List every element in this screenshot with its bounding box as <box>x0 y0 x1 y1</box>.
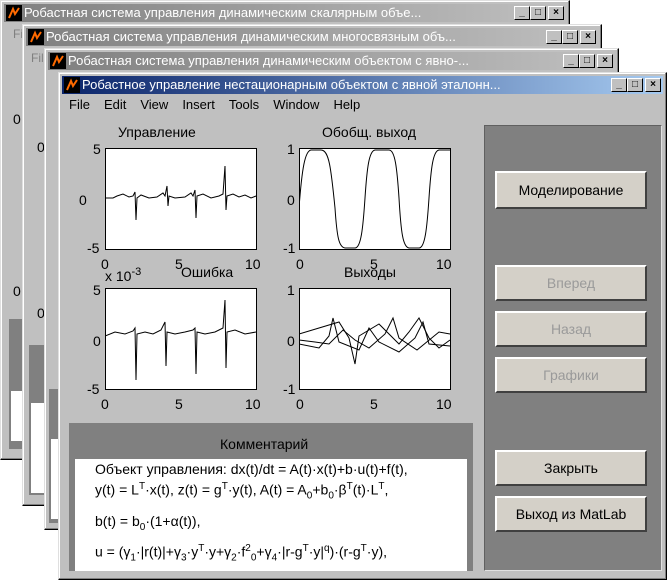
minimize-button[interactable]: _ <box>611 78 627 92</box>
output-plot-title: Обобщ. выход <box>322 124 417 140</box>
close-button[interactable]: × <box>597 54 613 68</box>
forward-button[interactable]: Вперед <box>495 265 647 301</box>
comment-title: Комментарий <box>220 436 309 452</box>
menu-window[interactable]: Window <box>266 95 326 115</box>
maximize-button[interactable]: □ <box>579 54 595 68</box>
menu-edit[interactable]: Edit <box>97 95 133 115</box>
comment-line-4: u = (γ1·|r(t)|+γ3·yT·y+γ2·f20+γ4·|r-gT·y… <box>95 543 387 564</box>
minimize-button[interactable]: _ <box>563 54 579 68</box>
graphs-button[interactable]: Графики <box>495 357 647 393</box>
output-ytick-top: 1 <box>287 141 295 157</box>
menu-view[interactable]: View <box>133 95 175 115</box>
maximize-button[interactable]: □ <box>530 6 546 20</box>
generalized-output-plot-frame <box>299 148 451 250</box>
outputs-xtick-5: 5 <box>370 396 378 412</box>
simulate-button[interactable]: Моделирование <box>495 171 647 209</box>
window-3-titlebar[interactable]: Робастная система управления динамически… <box>48 52 615 70</box>
outputs-xtick-0: 0 <box>296 396 304 412</box>
window-1-titlebar[interactable]: Робастная система управления динамически… <box>4 4 566 22</box>
error-xtick-10: 10 <box>245 396 261 412</box>
menu-bar: File Edit View Insert Tools Window Help <box>62 95 663 115</box>
outputs-xtick-10: 10 <box>436 396 452 412</box>
error-plot-frame <box>105 288 257 390</box>
window-2-menu-fragment: Fil <box>31 51 44 65</box>
error-plot-title: Ошибка <box>181 264 234 280</box>
menu-tools[interactable]: Tools <box>222 95 266 115</box>
matlab-icon <box>28 29 44 45</box>
control-ytick-bottom: -5 <box>87 240 100 256</box>
main-window-title: Робастное управление нестационарным объе… <box>82 77 501 92</box>
output-ytick-bottom: -1 <box>283 240 296 256</box>
error-scale-label: x 10-3 <box>105 266 141 284</box>
window-1-tick-fragment: 0 <box>13 111 21 127</box>
window-2-titlebar[interactable]: Робастная система управления динамически… <box>26 28 598 46</box>
outputs-ytick-top: 1 <box>287 282 295 298</box>
error-scale-base: x 10 <box>105 268 132 284</box>
window-1-tick-fragment-2: 0 <box>13 283 21 299</box>
error-scale-exponent: -3 <box>131 266 142 278</box>
outputs-ytick-mid: 0 <box>287 333 295 349</box>
minimize-button[interactable]: _ <box>546 30 562 44</box>
error-ytick-bottom: -5 <box>87 381 100 397</box>
error-ytick-mid: 0 <box>93 333 101 349</box>
close-button[interactable]: × <box>580 30 596 44</box>
error-xtick-0: 0 <box>101 396 109 412</box>
window-1-title: Робастная система управления динамически… <box>24 5 422 20</box>
comment-line-3: b(t) = b0·(1+α(t)), <box>95 513 201 533</box>
comment-line-1: Объект управления: dx(t)/dt = A(t)·x(t)+… <box>95 461 408 477</box>
window-3-title: Робастная система управления динамически… <box>68 53 469 68</box>
matlab-icon <box>50 53 66 69</box>
error-ytick-top: 5 <box>93 282 101 298</box>
control-ytick-mid: 0 <box>79 192 87 208</box>
close-button[interactable]: × <box>548 6 564 20</box>
outputs-plot-title: Выходы <box>344 264 396 280</box>
error-plot <box>105 288 257 390</box>
close-button[interactable]: × <box>645 78 661 92</box>
menu-file[interactable]: File <box>62 95 97 115</box>
output-xtick-10: 10 <box>436 256 452 272</box>
back-button[interactable]: Назад <box>495 311 647 347</box>
outputs-plot <box>299 288 451 390</box>
control-plot-title: Управление <box>118 124 196 140</box>
minimize-button[interactable]: _ <box>514 6 530 20</box>
menu-insert[interactable]: Insert <box>175 95 222 115</box>
control-xtick-10: 10 <box>245 256 261 272</box>
maximize-button[interactable]: □ <box>562 30 578 44</box>
exit-matlab-button[interactable]: Выход из MatLab <box>495 496 647 532</box>
close-app-button[interactable]: Закрыть <box>495 450 647 486</box>
output-ytick-mid: 0 <box>287 192 295 208</box>
maximize-button[interactable]: □ <box>627 78 643 92</box>
control-plot-frame <box>105 148 257 250</box>
generalized-output-plot <box>299 148 451 250</box>
window-2-title: Робастная система управления динамически… <box>46 29 456 44</box>
output-xtick-0: 0 <box>296 256 304 272</box>
main-window[interactable]: Робастное управление нестационарным объе… <box>58 72 667 580</box>
matlab-icon <box>6 5 22 21</box>
error-xtick-5: 5 <box>175 396 183 412</box>
comment-text-area[interactable]: Объект управления: dx(t)/dt = A(t)·x(t)+… <box>75 459 467 571</box>
control-plot <box>105 148 257 250</box>
comment-line-2: y(t) = LT·x(t), z(t) = gT·y(t), A(t) = A… <box>95 481 389 502</box>
matlab-icon <box>64 77 80 93</box>
menu-help[interactable]: Help <box>326 95 367 115</box>
main-window-titlebar[interactable]: Робастное управление нестационарным объе… <box>62 76 663 94</box>
control-ytick-top: 5 <box>93 141 101 157</box>
outputs-ytick-bottom: -1 <box>283 381 296 397</box>
